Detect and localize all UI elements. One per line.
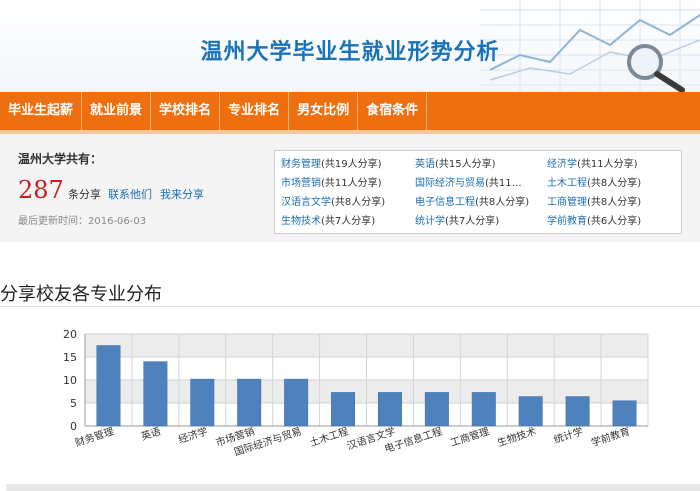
major-item[interactable]: 生物技术(共7人分享) bbox=[281, 212, 409, 227]
chart-bar bbox=[565, 396, 590, 427]
major-share-count: (共7人分享) bbox=[321, 216, 376, 227]
major-share-count: (共8人分享) bbox=[331, 197, 386, 208]
nav-item-major-ranking[interactable]: 专业排名 bbox=[220, 92, 290, 130]
major-item[interactable]: 财务管理(共19人分享) bbox=[281, 155, 409, 170]
nav-item-gender-ratio[interactable]: 男女比例 bbox=[289, 92, 359, 130]
chart-bar bbox=[331, 392, 356, 427]
major-share-count: (共8人分享) bbox=[587, 178, 642, 189]
x-tick-label: 经济学 bbox=[177, 424, 210, 446]
x-tick-label: 统计学 bbox=[552, 424, 585, 446]
major-name[interactable]: 学前教育 bbox=[547, 216, 587, 227]
major-item[interactable]: 工商管理(共8人分享) bbox=[547, 193, 675, 208]
major-share-count: (共11人分享) bbox=[321, 178, 382, 189]
last-updated-label: 最后更新时间： bbox=[18, 216, 88, 227]
major-name[interactable]: 土木工程 bbox=[547, 178, 587, 189]
y-tick-label: 15 bbox=[63, 351, 77, 364]
major-item[interactable]: 统计学(共7人分享) bbox=[415, 212, 543, 227]
major-item[interactable]: 电子信息工程(共8人分享) bbox=[415, 193, 543, 208]
nav-item-accommodation[interactable]: 食宿条件 bbox=[358, 92, 428, 130]
page-title: 温州大学毕业生就业形势分析 bbox=[200, 40, 500, 65]
y-tick-label: 0 bbox=[70, 420, 77, 433]
major-name[interactable]: 英语 bbox=[415, 159, 435, 170]
chart-bar bbox=[377, 392, 402, 427]
chart-bar bbox=[237, 378, 262, 427]
major-name[interactable]: 市场营销 bbox=[281, 178, 321, 189]
major-name[interactable]: 汉语言文学 bbox=[281, 197, 331, 208]
y-tick-label: 20 bbox=[63, 328, 77, 341]
section-title: 分享校友各专业分布 bbox=[0, 284, 162, 305]
major-name[interactable]: 电子信息工程 bbox=[415, 197, 475, 208]
major-share-count: (共6人分享) bbox=[587, 216, 642, 227]
major-name[interactable]: 国际经济与贸易 bbox=[415, 178, 485, 189]
nav-item-starting-salary[interactable]: 毕业生起薪 bbox=[0, 92, 83, 130]
major-share-count: (共15人分享) bbox=[435, 159, 496, 170]
y-tick-label: 5 bbox=[70, 397, 77, 410]
header-banner: 温州大学毕业生就业形势分析 bbox=[0, 0, 700, 92]
nav-item-employment-outlook[interactable]: 就业前景 bbox=[82, 92, 152, 130]
major-share-count: (共19人分享) bbox=[321, 159, 382, 170]
chart-bar bbox=[612, 400, 637, 427]
chart-bar bbox=[518, 396, 543, 427]
nav-item-school-ranking[interactable]: 学校排名 bbox=[151, 92, 221, 130]
major-name[interactable]: 生物技术 bbox=[281, 216, 321, 227]
x-tick-label: 土木工程 bbox=[308, 424, 350, 449]
last-updated-date: 2016-06-03 bbox=[88, 216, 147, 227]
major-share-count: (共7人分享) bbox=[445, 216, 500, 227]
chart-bar bbox=[96, 345, 121, 427]
major-name[interactable]: 经济学 bbox=[547, 159, 577, 170]
major-name[interactable]: 工商管理 bbox=[547, 197, 587, 208]
chart-bar bbox=[143, 361, 168, 427]
contact-them-link[interactable]: 联系他们 bbox=[108, 186, 152, 202]
major-item[interactable]: 土木工程(共8人分享) bbox=[547, 174, 675, 189]
main-nav: 毕业生起薪 就业前景 学校排名 专业排名 男女比例 食宿条件 bbox=[0, 92, 700, 130]
share-count-unit: 条分享 bbox=[68, 188, 101, 201]
y-tick-label: 10 bbox=[63, 374, 77, 387]
x-tick-label: 学前教育 bbox=[589, 424, 631, 449]
major-name[interactable]: 财务管理 bbox=[281, 159, 321, 170]
chart-bar bbox=[190, 378, 215, 427]
major-share-count: (共8人分享) bbox=[587, 197, 642, 208]
summary-label: 温州大学共有： bbox=[18, 152, 103, 166]
share-count: 287 bbox=[18, 176, 64, 204]
major-distribution-chart: 05101520财务管理 英语 经济学 市场营销国际经济与贸易 土木工程汉语言文学电子信… bbox=[63, 328, 649, 458]
major-name[interactable]: 统计学 bbox=[415, 216, 445, 227]
x-tick-label: 工商管理 bbox=[449, 424, 491, 449]
horizontal-scrollbar[interactable] bbox=[6, 484, 700, 491]
x-tick-label: 英语 bbox=[139, 424, 162, 443]
major-item[interactable]: 经济学(共11人分享) bbox=[547, 155, 675, 170]
share-link[interactable]: 我来分享 bbox=[160, 186, 204, 202]
major-item[interactable]: 汉语言文学(共8人分享) bbox=[281, 193, 409, 208]
last-updated: 最后更新时间：2016-06-03 bbox=[18, 212, 146, 227]
x-tick-label: 生物技术 bbox=[496, 424, 538, 449]
major-item[interactable]: 学前教育(共6人分享) bbox=[547, 212, 675, 227]
x-tick-label: 财务管理 bbox=[73, 424, 115, 449]
major-item[interactable]: 市场营销(共11人分享) bbox=[281, 174, 409, 189]
chart-bar bbox=[284, 378, 309, 427]
major-item[interactable]: 英语(共15人分享) bbox=[415, 155, 543, 170]
majors-list: 财务管理(共19人分享) 英语(共15人分享) 经济学(共11人分享) 市场营销… bbox=[274, 150, 682, 234]
major-share-count: (共8人分享) bbox=[475, 197, 530, 208]
major-item[interactable]: 国际经济与贸易(共11… bbox=[415, 174, 543, 189]
chart-bar bbox=[471, 392, 496, 427]
chart-bar bbox=[424, 392, 449, 427]
major-share-count: (共11… bbox=[485, 178, 522, 189]
summary-panel: 温州大学共有： 287 条分享 联系他们 我来分享 最后更新时间：2016-06… bbox=[0, 134, 700, 242]
section-divider bbox=[0, 306, 700, 307]
major-share-count: (共11人分享) bbox=[577, 159, 638, 170]
